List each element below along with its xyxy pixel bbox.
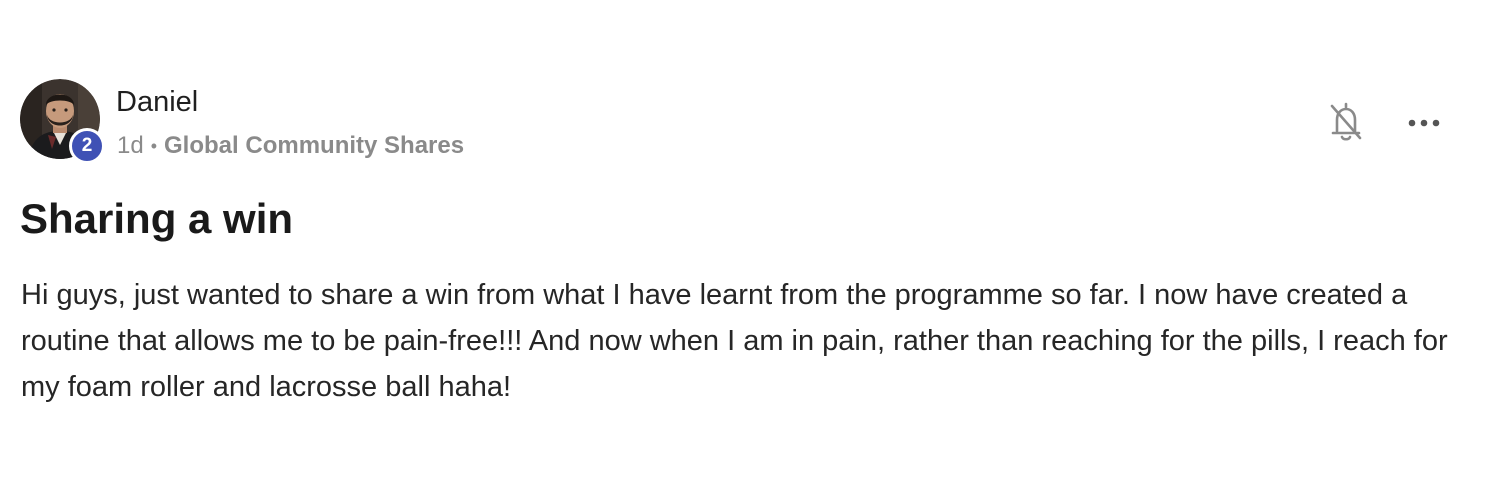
author-name[interactable]: Daniel — [116, 84, 198, 120]
post-body: Hi guys, just wanted to share a win from… — [21, 279, 1448, 403]
level-badge: 2 — [69, 128, 105, 164]
post-time: 1d — [117, 132, 144, 159]
author-avatar[interactable]: 2 — [20, 79, 105, 164]
community-post: 2 Daniel 1d • Global Community Shares Sh… — [0, 0, 1500, 500]
post-meta: 1d • Global Community Shares — [117, 131, 464, 161]
more-horizontal-icon[interactable] — [1404, 110, 1444, 136]
post-title: Sharing a win — [20, 195, 294, 242]
post-category-link[interactable]: Global Community Shares — [164, 131, 464, 161]
meta-separator: • — [150, 136, 158, 156]
bell-off-icon[interactable] — [1326, 100, 1366, 144]
